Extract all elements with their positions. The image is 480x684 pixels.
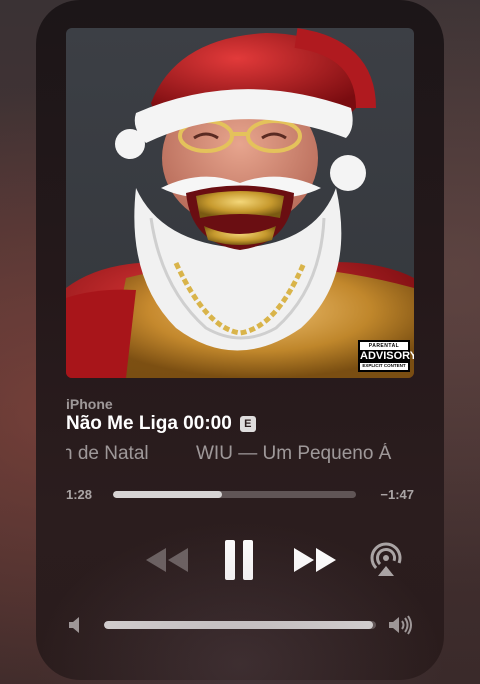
playback-progress-fill — [113, 491, 223, 498]
advisory-text-main: ADVISORY — [360, 350, 414, 363]
rewind-icon — [146, 548, 188, 572]
time-elapsed: 1:28 — [66, 487, 93, 502]
artist-album-marquee[interactable]: n de Natal WIU — Um Pequeno Á — [66, 443, 418, 469]
airplay-icon — [370, 542, 402, 576]
track-title-row: Não Me Liga 00:00 E — [66, 413, 256, 435]
parental-advisory-label: PARENTAL ADVISORY EXPLICIT CONTENT — [358, 340, 414, 372]
playback-scrubber[interactable] — [113, 491, 356, 498]
pause-icon — [225, 540, 253, 580]
fast-forward-icon — [294, 548, 336, 572]
santa-illustration — [66, 28, 414, 378]
fast-forward-button[interactable] — [290, 540, 340, 580]
airplay-button[interactable] — [366, 540, 406, 580]
speaker-high-icon — [389, 615, 412, 635]
time-remaining: −1:47 — [380, 487, 414, 502]
marquee-segment: WIU — Um Pequeno Á — [196, 443, 392, 464]
advisory-text-bottom: EXPLICIT CONTENT — [362, 363, 406, 368]
explicit-badge: E — [239, 416, 256, 432]
rewind-button[interactable] — [142, 540, 192, 580]
volume-level-fill — [104, 621, 374, 629]
album-artwork[interactable]: PARENTAL ADVISORY EXPLICIT CONTENT — [66, 28, 414, 378]
pause-button[interactable] — [218, 536, 260, 584]
track-title[interactable]: Não Me Liga 00:00 — [66, 413, 232, 435]
advisory-text-top: PARENTAL — [368, 343, 400, 349]
marquee-segment: n de Natal — [66, 443, 149, 464]
playback-source: iPhone — [66, 396, 113, 412]
now-playing-card: PARENTAL ADVISORY EXPLICIT CONTENT iPhon… — [36, 0, 444, 680]
speaker-low-icon — [69, 617, 79, 633]
volume-slider[interactable] — [104, 621, 376, 629]
